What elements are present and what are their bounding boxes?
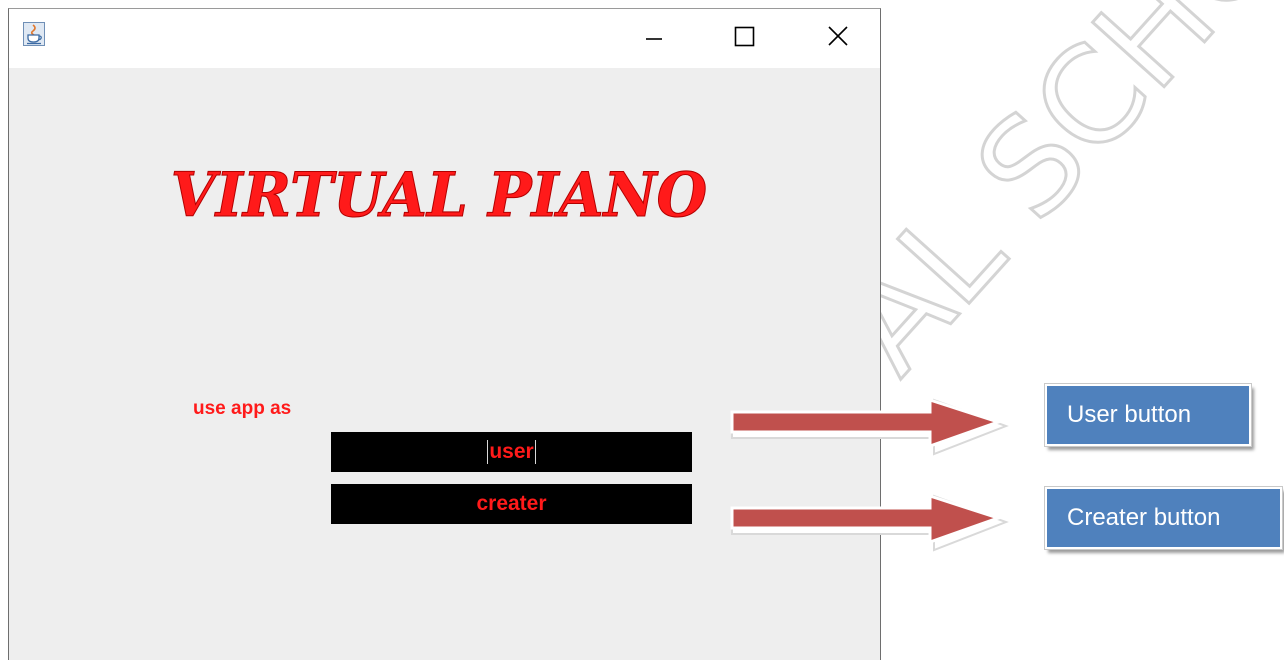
user-arrow-icon — [730, 397, 1009, 456]
app-title-text: VIRTUAL PIANO — [171, 160, 708, 231]
minimize-button[interactable] — [630, 17, 676, 57]
maximize-icon — [734, 26, 755, 47]
watermark-text: AL SCHOOL — [870, 0, 1284, 400]
user-button-label: user — [489, 440, 534, 463]
minimize-icon — [646, 38, 662, 40]
creater-button-label: creater — [476, 492, 547, 515]
java-coffee-icon — [23, 22, 45, 46]
app-window: VIRTUAL PIANO use app as user creater — [8, 8, 881, 660]
title-bar[interactable] — [9, 9, 880, 68]
app-title: VIRTUAL PIANO — [170, 159, 708, 231]
user-button-callout: User button — [1044, 383, 1252, 447]
close-button[interactable] — [813, 17, 859, 57]
use-app-as-label: use app as — [193, 398, 292, 419]
user-button[interactable]: user — [331, 432, 692, 472]
creater-arrow-icon — [730, 493, 1009, 552]
creater-button-callout: Creater button — [1044, 486, 1283, 550]
creater-button[interactable]: creater — [331, 484, 692, 524]
screenshot-stage: AL SCHOOL — [0, 0, 1284, 660]
text-caret — [534, 440, 536, 465]
maximize-button[interactable] — [720, 17, 766, 57]
watermark: AL SCHOOL — [870, 0, 1284, 400]
close-icon — [828, 26, 848, 46]
